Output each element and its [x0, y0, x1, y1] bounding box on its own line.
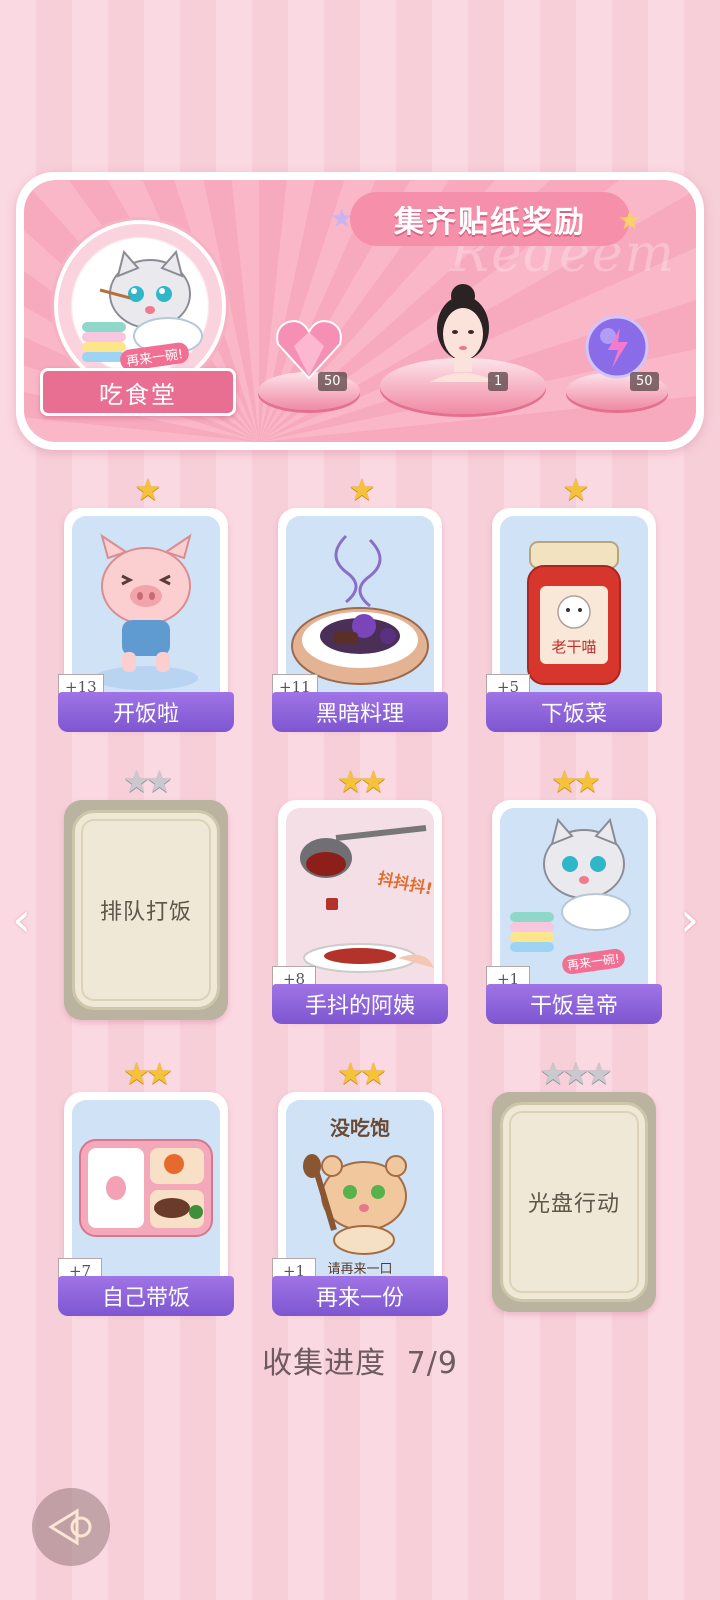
card-stars: ★★★ [492, 1058, 656, 1092]
card-label: 下饭菜 [486, 692, 662, 732]
card-label: 开饭啦 [58, 692, 234, 732]
reward-count: 50 [630, 372, 659, 391]
star-decoration-icon: ★ [618, 206, 642, 236]
star-icon: ★★ [123, 765, 173, 800]
back-arrow-icon [48, 1508, 92, 1546]
star-icon: ★★ [551, 765, 601, 800]
star-icon: ★★ [123, 1057, 173, 1092]
reward-count: 50 [318, 372, 347, 391]
locked-card-name: 排队打饭 [99, 900, 192, 925]
album-name: 吃食堂 [40, 368, 236, 416]
card-caption: 没吃饱 [330, 1116, 390, 1140]
card-label: 自己带饭 [58, 1276, 234, 1316]
progress-value: 7/9 [406, 1346, 458, 1381]
card-label: 干饭皇帝 [486, 984, 662, 1024]
reward-count: 1 [488, 372, 509, 391]
sticker-card-locked[interactable]: ★★★ 光盘行动 [492, 1058, 656, 1312]
star-icon: ★★★ [539, 1057, 613, 1092]
prev-page-arrow-icon[interactable]: ‹ [12, 896, 31, 944]
collection-progress: 收集进度 7/9 [0, 1338, 720, 1382]
sticker-card[interactable]: ★ +13 开饭啦 [58, 474, 234, 732]
locked-card-name: 光盘行动 [527, 1192, 620, 1217]
card-art: 光盘行动 [500, 1102, 648, 1302]
card-label: 黑暗料理 [272, 692, 448, 732]
card-label: 手抖的阿姨 [272, 984, 448, 1024]
sticker-card[interactable]: ★★ +7 自己带饭 [58, 1058, 234, 1316]
star-icon: ★ [348, 473, 376, 508]
banner-title: 集齐贴纸奖励 [350, 192, 630, 246]
card-art: 排队打饭 [72, 810, 220, 1010]
sticker-card[interactable]: ★★ 没吃饱 请再来一口 +1 再来一份 [272, 1058, 448, 1316]
reward-orb[interactable]: 50 [566, 300, 668, 410]
card-stars: ★★ [64, 1058, 228, 1092]
pink-heart-gem-icon [276, 320, 342, 380]
card-stars: ★★ [492, 766, 656, 800]
card-stars: ★★ [278, 766, 442, 800]
jar-label: 老干喵 [551, 638, 597, 656]
sticker-card[interactable]: ★★ 再来一碗! +1 干饭皇帝 [486, 766, 662, 1024]
card-stars: ★ [492, 474, 656, 508]
sticker-card-locked[interactable]: ★★ 排队打饭 [64, 766, 228, 1020]
avatar-portrait-icon [430, 284, 496, 382]
purple-energy-orb-icon [585, 315, 649, 379]
progress-label: 收集进度 [262, 1346, 387, 1381]
sticker-card[interactable]: ★ +11 黑暗料理 [272, 474, 448, 732]
card-stars: ★ [278, 474, 442, 508]
star-icon: ★★ [337, 765, 387, 800]
star-icon: ★ [562, 473, 590, 508]
star-icon: ★ [134, 473, 162, 508]
reward-avatar[interactable]: 1 [380, 282, 546, 414]
card-label: 再来一份 [272, 1276, 448, 1316]
sticker-card[interactable]: ★★ 抖抖抖! +8 手抖的阿姨 [272, 766, 448, 1024]
card-stars: ★★ [278, 1058, 442, 1092]
reward-gem[interactable]: 50 [258, 300, 360, 410]
back-button[interactable] [32, 1488, 110, 1566]
next-page-arrow-icon[interactable]: › [680, 896, 699, 944]
sticker-card[interactable]: ★ 老干喵 +5 下饭菜 [486, 474, 662, 732]
card-stars: ★ [64, 474, 228, 508]
star-icon: ★★ [337, 1057, 387, 1092]
card-stars: ★★ [64, 766, 228, 800]
